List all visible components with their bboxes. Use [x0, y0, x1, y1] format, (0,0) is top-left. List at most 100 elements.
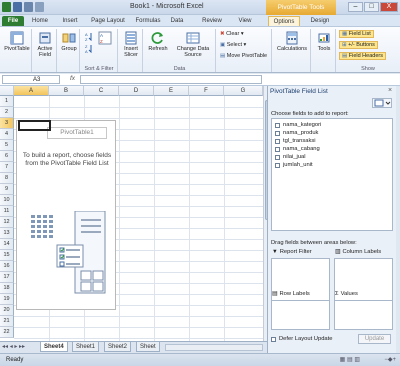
row-header[interactable]: 17 — [0, 272, 14, 283]
row-header[interactable]: 2 — [0, 107, 14, 118]
calculations-button[interactable]: Calculations — [275, 31, 309, 52]
values-area[interactable]: Σ Values — [334, 291, 393, 330]
close-button[interactable]: X — [380, 2, 398, 12]
checkbox[interactable] — [275, 131, 280, 136]
row-header[interactable]: 21 — [0, 316, 14, 327]
sort-za-button[interactable]: ZA — [84, 44, 94, 54]
sheet-tab[interactable]: Sheet2 — [104, 342, 132, 352]
row-header[interactable]: 20 — [0, 305, 14, 316]
row-header[interactable]: 13 — [0, 228, 14, 239]
field-item[interactable]: nama_produk — [275, 130, 318, 137]
active-cell-a3[interactable] — [18, 120, 51, 131]
insert-slicer-button[interactable]: Insert Slicer — [120, 31, 142, 58]
group-button[interactable]: Group — [59, 31, 79, 52]
field-item[interactable]: tgl_transaksi — [275, 138, 316, 145]
insert-function-icon[interactable]: fx — [70, 75, 75, 82]
row-header[interactable]: 4 — [0, 129, 14, 140]
change-data-source-button[interactable]: Change Data Source — [172, 31, 214, 58]
row-header[interactable]: 5 — [0, 140, 14, 151]
row-header[interactable]: 3 — [0, 118, 14, 129]
column-header[interactable]: D — [119, 86, 154, 96]
checkbox[interactable] — [275, 147, 280, 152]
maximize-button[interactable]: □ — [364, 2, 379, 12]
save-icon[interactable] — [13, 2, 22, 12]
defer-checkbox[interactable] — [271, 336, 276, 342]
zoom-slider-icon[interactable]: −◆+ — [384, 354, 396, 366]
tab-view[interactable]: View — [234, 16, 256, 26]
move-pivottable-button[interactable]: ▤ Move PivotTable — [220, 53, 267, 59]
row-header[interactable]: 18 — [0, 283, 14, 294]
tab-options[interactable]: Options — [268, 16, 300, 26]
sheet-tab[interactable]: Sheet — [136, 342, 160, 352]
checkbox[interactable] — [275, 123, 280, 128]
sheet-tab[interactable]: Sheet1 — [72, 342, 100, 352]
svg-text:Z: Z — [100, 39, 103, 44]
name-box[interactable]: A3 — [2, 75, 60, 84]
pivottable-placeholder[interactable]: PivotTable1 To build a report, choose fi… — [16, 120, 116, 310]
column-header[interactable]: F — [189, 86, 224, 96]
sort-button[interactable]: AZ — [96, 31, 114, 46]
field-item[interactable]: nilai_jual — [275, 154, 306, 161]
row-header[interactable]: 7 — [0, 162, 14, 173]
tools-button[interactable]: Tools — [313, 31, 335, 52]
sheet-tab[interactable]: Sheet4 — [40, 342, 68, 352]
field-list-button[interactable]: ▦ Field List — [339, 30, 374, 38]
column-header[interactable]: C — [84, 86, 119, 96]
close-icon[interactable]: × — [388, 87, 392, 94]
columns-icon: ▥ — [335, 249, 341, 255]
view-buttons-icon[interactable]: ▦ ▤ ▥ — [340, 354, 360, 366]
tab-formulas[interactable]: Formulas — [132, 16, 164, 26]
field-headers-button[interactable]: ▤ Field Headers — [339, 52, 386, 60]
checkbox[interactable] — [275, 139, 280, 144]
row-header[interactable]: 19 — [0, 294, 14, 305]
select-all-corner[interactable] — [0, 86, 14, 96]
refresh-button[interactable]: Refresh — [146, 31, 170, 52]
horizontal-scrollbar[interactable] — [165, 344, 263, 351]
plus-minus-buttons-button[interactable]: ⊞ +/- Buttons — [339, 41, 378, 49]
minimize-button[interactable]: – — [348, 2, 363, 12]
formula-input[interactable] — [80, 75, 262, 84]
tab-design[interactable]: Design — [306, 16, 334, 26]
sort-az-button[interactable]: AZ — [84, 32, 94, 42]
update-button[interactable]: Update — [358, 334, 391, 344]
tab-data[interactable]: Data — [168, 16, 186, 26]
redo-icon[interactable] — [35, 2, 44, 12]
column-header[interactable]: B — [49, 86, 84, 96]
row-header[interactable]: 15 — [0, 250, 14, 261]
select-button[interactable]: ▣ Select ▾ — [220, 42, 246, 48]
checkbox[interactable] — [275, 163, 280, 168]
row-header[interactable]: 12 — [0, 217, 14, 228]
tab-insert[interactable]: Insert — [58, 16, 82, 26]
row-header[interactable]: 8 — [0, 173, 14, 184]
field-list-layout-button[interactable] — [372, 98, 392, 108]
row-header[interactable]: 6 — [0, 151, 14, 162]
tab-file[interactable]: File — [2, 16, 24, 26]
row-header[interactable]: 1 — [0, 96, 14, 107]
defer-layout-update[interactable]: Defer Layout Update — [271, 336, 333, 342]
sheet-nav-arrows-icon[interactable]: ◂◂ ◂ ▸ ▸▸ — [2, 343, 25, 350]
checkbox[interactable] — [275, 155, 280, 160]
field-item[interactable]: jumlah_unit — [275, 162, 313, 169]
column-header[interactable]: A — [14, 86, 49, 96]
field-item[interactable]: nama_cabang — [275, 146, 320, 153]
active-field-button[interactable]: Active Field — [34, 31, 56, 58]
report-filter-area[interactable]: ▼ Report Filter — [271, 249, 330, 305]
row-header[interactable]: 16 — [0, 261, 14, 272]
row-labels-area[interactable]: ▤ Row Labels — [271, 291, 330, 330]
column-header[interactable]: G — [224, 86, 263, 96]
pivottable-button[interactable]: PivotTable — [4, 31, 30, 52]
row-header[interactable]: 22 — [0, 327, 14, 338]
row-header[interactable]: 14 — [0, 239, 14, 250]
row-header[interactable]: 9 — [0, 184, 14, 195]
row-header[interactable]: 10 — [0, 195, 14, 206]
column-labels-area[interactable]: ▥ Column Labels — [334, 249, 393, 305]
field-item[interactable]: nama_kategori — [275, 122, 321, 129]
excel-logo-icon[interactable] — [2, 2, 11, 12]
column-header[interactable]: E — [154, 86, 189, 96]
tab-home[interactable]: Home — [30, 16, 50, 26]
undo-icon[interactable] — [24, 2, 33, 12]
clear-button[interactable]: ✖ Clear ▾ — [220, 31, 244, 37]
row-header[interactable]: 11 — [0, 206, 14, 217]
tab-review[interactable]: Review — [198, 16, 226, 26]
tab-page-layout[interactable]: Page Layout — [86, 16, 130, 26]
